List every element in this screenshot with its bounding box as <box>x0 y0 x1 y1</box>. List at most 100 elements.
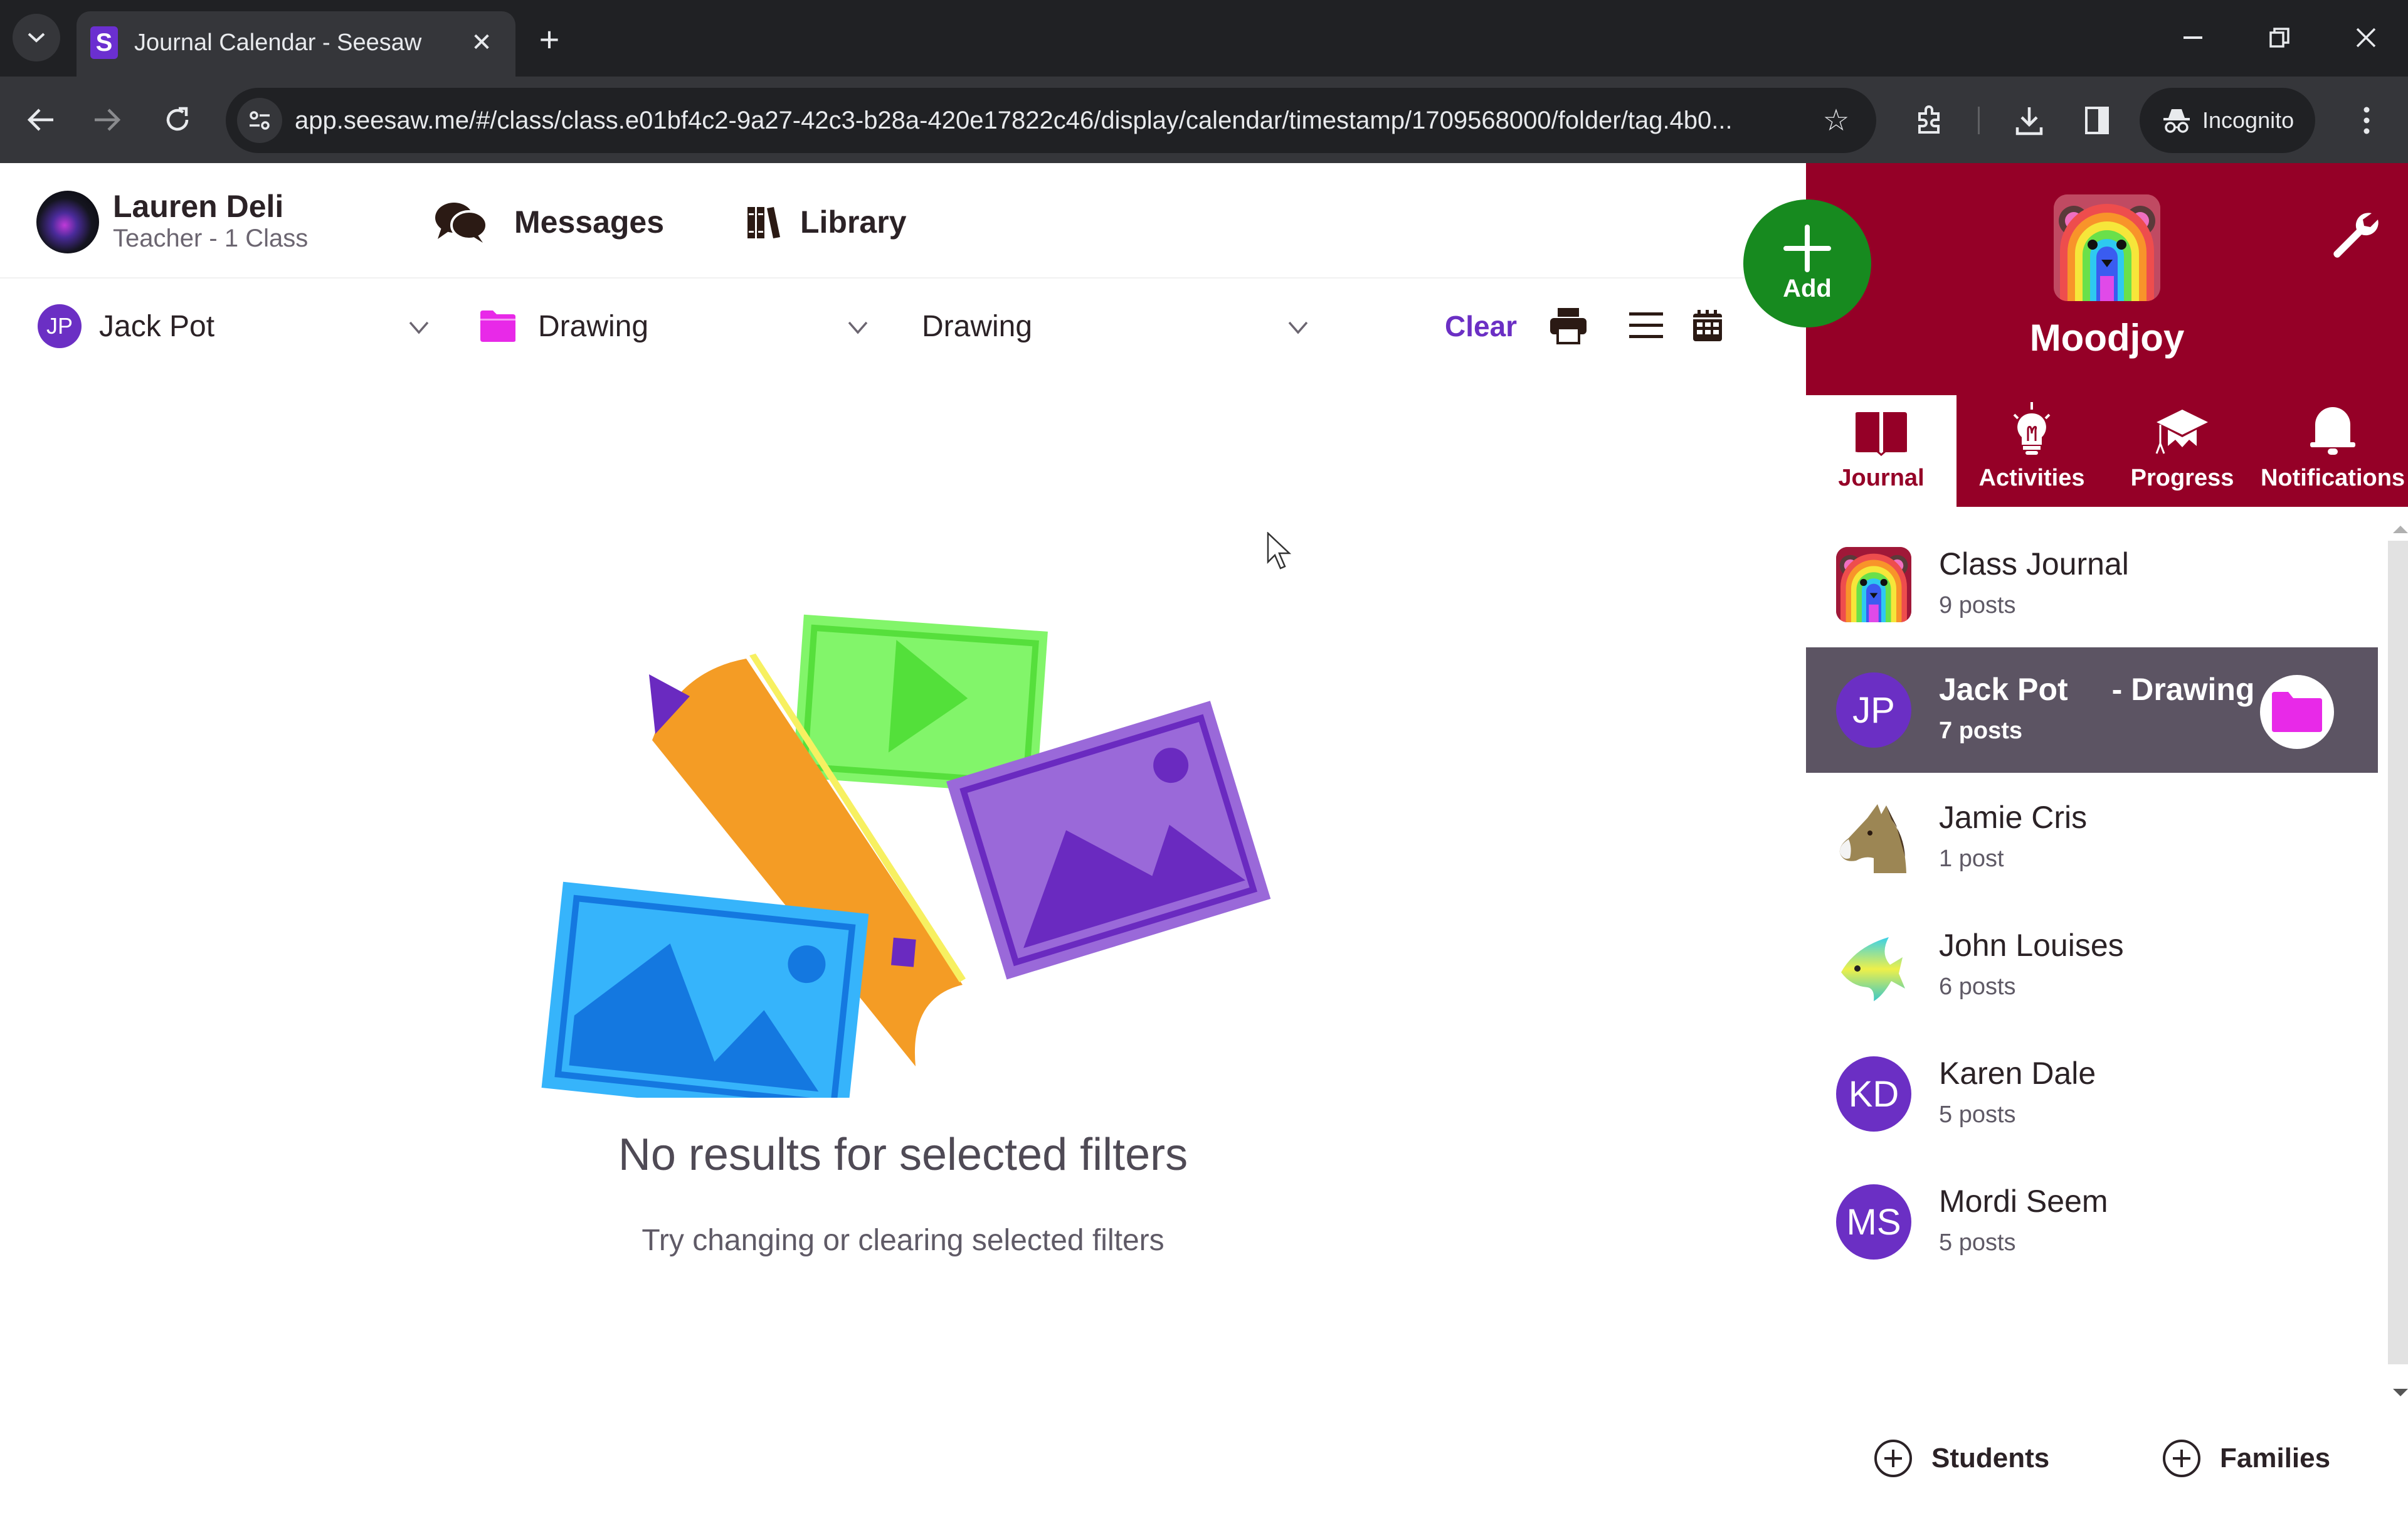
tag-filter-label: Drawing <box>922 309 1033 343</box>
url-text[interactable]: app.seesaw.me/#/class/class.e01bf4c2-9a2… <box>295 88 1733 153</box>
tab-activities-label: Activities <box>1978 465 2085 491</box>
list-item-class-journal[interactable]: Class Journal 9 posts <box>1806 522 2378 647</box>
list-item-john-louises[interactable]: John Louises 6 posts <box>1806 903 2378 1029</box>
tab-search-button[interactable] <box>13 14 60 61</box>
list-item-jamie-cris[interactable]: Jamie Cris 1 post <box>1806 775 2378 901</box>
journal-main-area: Lauren Deli Teacher - 1 Class Messages L… <box>0 163 1806 1355</box>
close-icon <box>2356 28 2376 48</box>
chevron-down-icon <box>409 321 429 334</box>
messages-label: Messages <box>514 204 665 240</box>
tab-journal[interactable]: Journal <box>1806 395 1956 507</box>
scrollbar-thumb[interactable] <box>2388 541 2408 1364</box>
browser-tab-active[interactable]: S Journal Calendar - Seesaw ✕ <box>77 11 515 77</box>
folder-badge[interactable] <box>2260 675 2334 749</box>
fish-avatar <box>1836 928 1911 1004</box>
new-tab-button[interactable]: + <box>531 19 568 59</box>
tab-progress[interactable]: Progress <box>2107 395 2258 507</box>
student-avatar: JP <box>1836 672 1911 748</box>
library-button[interactable]: Library <box>746 197 907 247</box>
chevron-down-icon <box>848 321 868 334</box>
address-bar[interactable]: app.seesaw.me/#/class/class.e01bf4c2-9a2… <box>226 88 1876 153</box>
student-avatar: KD <box>1836 1056 1911 1132</box>
list-icon <box>1629 312 1663 338</box>
tab-progress-label: Progress <box>2130 465 2234 491</box>
bell-icon <box>2310 407 2355 455</box>
tab-close-icon[interactable]: ✕ <box>464 25 499 60</box>
empty-state-subtitle: Try changing or clearing selected filter… <box>642 1224 1164 1257</box>
clear-filters-button[interactable]: Clear <box>1445 301 1517 351</box>
user-avatar[interactable] <box>36 191 99 253</box>
list-item-mordi-seem[interactable]: MS Mordi Seem 5 posts <box>1806 1159 2378 1285</box>
student-avatar: MS <box>1836 1184 1911 1260</box>
student-filter-label: Jack Pot <box>99 309 215 343</box>
downloads-button[interactable] <box>2004 95 2054 146</box>
class-avatar[interactable] <box>2054 194 2160 301</box>
add-post-button[interactable]: Add <box>1743 199 1871 327</box>
incognito-label: Incognito <box>2202 107 2294 133</box>
tab-activities[interactable]: Activities <box>1956 395 2107 507</box>
restore-window-button[interactable] <box>2251 14 2308 61</box>
class-settings-button[interactable] <box>2326 207 2383 263</box>
list-item-name: Mordi Seem <box>1939 1184 2108 1219</box>
list-item-karen-dale[interactable]: KD Karen Dale 5 posts <box>1806 1031 2378 1157</box>
user-role: Teacher - 1 Class <box>113 225 309 252</box>
extensions-button[interactable] <box>1904 95 1954 146</box>
class-header: Moodjoy <box>1806 163 2408 395</box>
tab-journal-label: Journal <box>1838 465 1925 491</box>
bookmark-star-icon[interactable]: ☆ <box>1819 103 1854 138</box>
photo-card-blue-icon <box>541 881 869 1098</box>
browser-tab-bar: S Journal Calendar - Seesaw ✕ + <box>0 0 2408 77</box>
minimize-window-button[interactable] <box>2165 14 2221 61</box>
kebab-menu-icon <box>2363 107 2370 134</box>
header-divider <box>0 277 1806 279</box>
list-item-count: 6 posts <box>1939 974 2016 1000</box>
lightbulb-icon <box>2013 402 2051 455</box>
side-panel-button[interactable] <box>2072 95 2122 146</box>
add-families-button[interactable]: Families <box>2162 1433 2330 1484</box>
folder-icon <box>480 310 515 342</box>
tag-filter-dropdown[interactable]: Drawing <box>922 295 1323 358</box>
horse-avatar <box>1836 800 1911 876</box>
chevron-down-icon <box>1288 321 1308 334</box>
list-item-jack-pot[interactable]: JP Jack Pot - Drawing 7 posts <box>1806 647 2378 773</box>
books-icon <box>747 207 780 238</box>
rainbow-bear-icon <box>2054 194 2160 301</box>
tab-notifications[interactable]: Notifications <box>2258 395 2408 507</box>
messages-button[interactable]: Messages <box>433 197 664 247</box>
seesaw-favicon-icon: S <box>90 26 118 59</box>
library-label: Library <box>800 204 907 240</box>
graduation-cap-icon <box>2155 410 2208 454</box>
arrow-left-icon <box>27 109 53 131</box>
list-item-name: Class Journal <box>1939 546 2129 581</box>
calendar-view-button[interactable] <box>1686 304 1729 348</box>
plus-circle-icon <box>1874 1440 1912 1477</box>
scroll-up-arrow-icon[interactable] <box>2392 524 2408 534</box>
student-filter-dropdown[interactable]: JP Jack Pot <box>38 295 439 358</box>
list-view-button[interactable] <box>1624 304 1668 348</box>
back-button[interactable] <box>14 93 68 147</box>
add-students-button[interactable]: Students <box>1874 1433 2049 1484</box>
print-button[interactable] <box>1546 304 1590 348</box>
horse-emoji-icon <box>1839 804 1906 873</box>
forward-button[interactable] <box>80 93 134 147</box>
list-item-count: 1 post <box>1939 846 2004 872</box>
list-item-count: 5 posts <box>1939 1101 2016 1128</box>
site-info-button[interactable] <box>237 98 282 143</box>
class-journal-avatar <box>1836 547 1911 622</box>
list-item-name: John Louises <box>1939 928 2124 963</box>
minimize-icon <box>2184 36 2202 39</box>
user-name[interactable]: Lauren Deli <box>113 188 283 225</box>
scroll-down-arrow-icon[interactable] <box>2392 1388 2408 1398</box>
plus-circle-icon <box>2163 1440 2200 1477</box>
wrench-icon <box>2333 213 2379 258</box>
panel-bottom-bar: Students Families <box>1806 1408 2408 1518</box>
close-window-button[interactable] <box>2338 14 2394 61</box>
folder-filter-dropdown[interactable]: Drawing <box>479 295 880 358</box>
toolbar-divider <box>1978 107 1980 134</box>
browser-menu-button[interactable] <box>2342 95 2392 146</box>
list-scrollbar[interactable] <box>2378 522 2408 1408</box>
restore-icon <box>2269 28 2289 48</box>
reload-button[interactable] <box>150 93 204 147</box>
incognito-indicator[interactable]: Incognito <box>2140 88 2315 153</box>
folder-filter-label: Drawing <box>538 309 649 343</box>
